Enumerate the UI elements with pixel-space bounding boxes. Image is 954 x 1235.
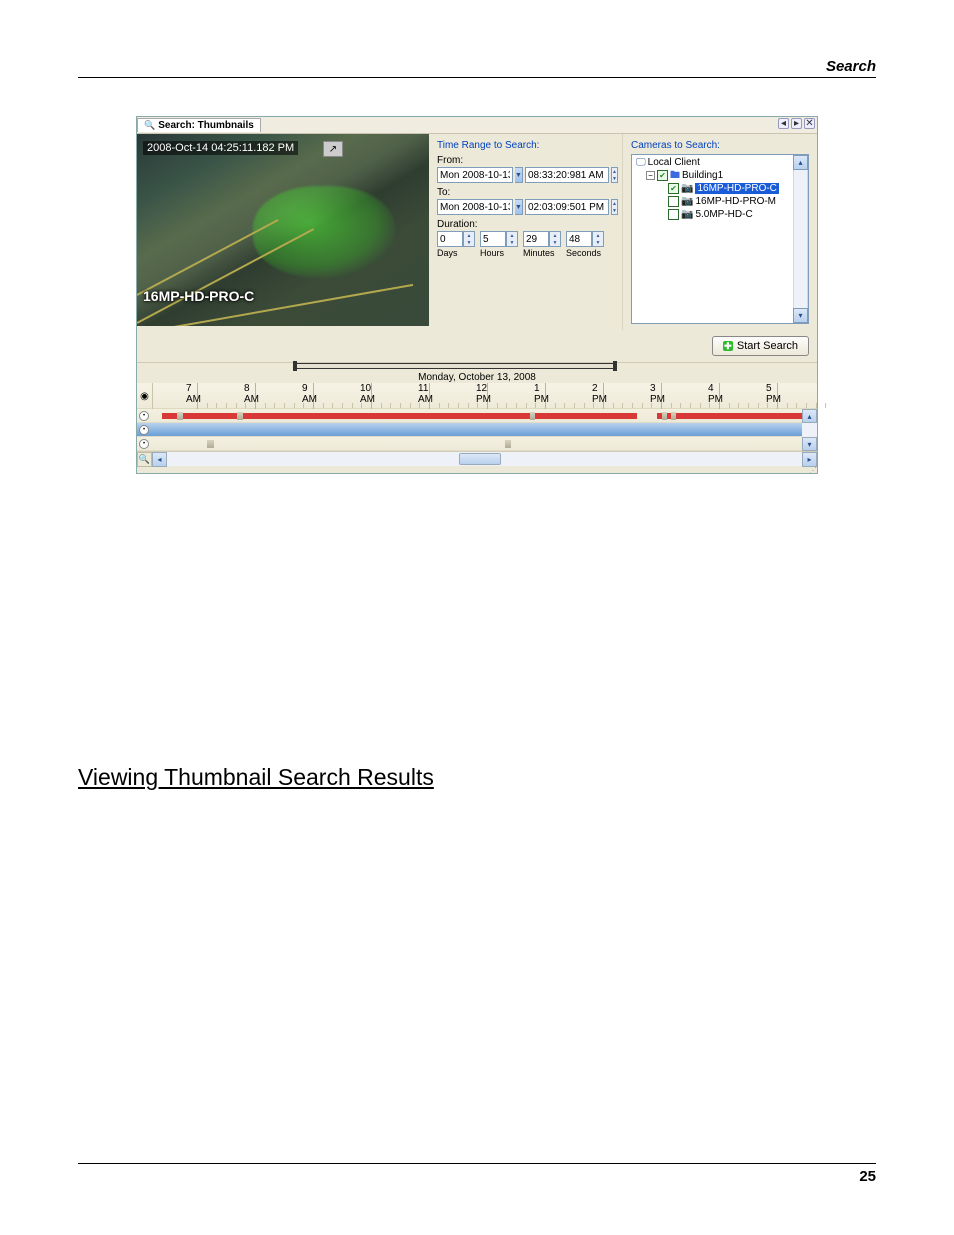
app-window: 🔍 Search: Thumbnails ◂ ▸ ✕ 2008-Oct-14 0… [136,116,818,474]
duration-label: Duration: [437,219,614,230]
timeline-row-3[interactable]: • [137,437,817,451]
hour-label: 9 AM [302,383,317,405]
tree-scroll-up[interactable]: ▴ [793,155,808,170]
to-time-spinner[interactable]: ▲▼ [611,199,618,215]
hscroll-thumb[interactable] [459,453,501,465]
tree-cam2[interactable]: ✔📷16MP-HD-PRO-M [636,195,806,208]
hours-spinner[interactable]: ▲▼ [506,231,518,247]
seconds-input[interactable] [566,231,592,247]
ptz-icon[interactable]: ↗ [323,141,343,157]
start-search-button[interactable]: ✚ Start Search [712,336,809,356]
hour-label: 5 PM [766,383,781,405]
seconds-lbl: Seconds [566,248,601,258]
row-toggle-icon[interactable]: • [139,439,149,449]
ruler-left-control[interactable]: ◉ [137,383,153,409]
time-range-panel: Time Range to Search: From: ▼ ▲▼ To: ▼ ▲… [429,134,623,330]
row-toggle-icon[interactable]: • [139,425,149,435]
timeline: Monday, October 13, 2008 ◉ 7 AM 8 AM 9 AM 1… [137,362,817,473]
cam3-checkbox[interactable]: ✔ [668,209,679,220]
cam2-checkbox[interactable]: ✔ [668,196,679,207]
hours-input[interactable] [480,231,506,247]
close-tab-button[interactable]: ✕ [804,118,815,129]
timeline-vscroll[interactable]: ▴ ▾ [802,409,817,451]
folder-icon: 🖿 [670,170,680,181]
vscroll-down[interactable]: ▾ [802,437,817,451]
hour-label: 1 PM [534,383,549,405]
to-label: To: [437,187,614,198]
hour-label: 11 AM [418,383,433,405]
to-date-dropdown[interactable]: ▼ [515,199,523,215]
tree-scroll-track[interactable] [793,170,808,308]
cam1-checkbox[interactable]: ✔ [668,183,679,194]
from-date-dropdown[interactable]: ▼ [515,167,523,183]
timeline-hscroll[interactable]: 🔍 ◂ ▸ [137,451,817,466]
vscroll-up[interactable]: ▴ [802,409,817,423]
building-checkbox[interactable]: ✔ [657,170,668,181]
days-input[interactable] [437,231,463,247]
camera-icon: 📷 [681,209,693,220]
zoom-icon[interactable]: 🔍 [137,452,152,467]
preview-camera-name: 16MP-HD-PRO-C [143,288,254,304]
tree-cam1[interactable]: ✔📷16MP-HD-PRO-C [636,182,806,195]
tab-title: Search: Thumbnails [158,120,254,131]
hour-label: 7 AM [186,383,201,405]
timeline-row-1[interactable]: • [137,409,817,423]
camera-tree[interactable]: ▴ ▾ 🖵Local Client −✔🖿Building1 ✔📷16MP-HD… [631,154,809,324]
video-preview: 2008-Oct-14 04:25:11.182 PM ↗ 16MP-HD-PR… [137,134,429,326]
camera-icon: 📷 [681,183,693,194]
from-label: From: [437,155,614,166]
to-time-input[interactable] [525,199,609,215]
time-range-title: Time Range to Search: [437,140,614,151]
cameras-panel: Cameras to Search: ▴ ▾ 🖵Local Client −✔🖿… [623,134,817,330]
hour-label: 10 AM [360,383,375,405]
hour-label: 3 PM [650,383,665,405]
plus-icon: ✚ [723,341,733,351]
days-lbl: Days [437,248,458,258]
monitor-icon: 🖵 [636,157,646,168]
prev-tab-button[interactable]: ◂ [778,118,789,129]
resize-grip[interactable]: ⋰ [137,466,817,473]
page-header: Search [78,58,876,77]
tree-scroll-down[interactable]: ▾ [793,308,808,323]
days-spinner[interactable]: ▲▼ [463,231,475,247]
seconds-spinner[interactable]: ▲▼ [592,231,604,247]
roi-selection[interactable] [295,363,615,369]
header-rule [78,77,876,78]
roi-handle-left[interactable] [293,361,297,371]
timeline-row-2[interactable]: • [137,423,817,437]
hour-label: 8 AM [244,383,259,405]
from-date-input[interactable] [437,167,513,183]
hscroll-right[interactable]: ▸ [802,452,817,467]
hscroll-left[interactable]: ◂ [152,452,167,467]
tab-strip: 🔍 Search: Thumbnails ◂ ▸ ✕ [137,117,817,134]
next-tab-button[interactable]: ▸ [791,118,802,129]
start-search-label: Start Search [737,340,798,352]
minutes-input[interactable] [523,231,549,247]
row-toggle-icon[interactable]: • [139,411,149,421]
time-ruler[interactable]: ◉ 7 AM 8 AM 9 AM 10 AM 11 AM 12 PM 1 PM 2 PM 3 P… [137,383,817,409]
search-icon: 🔍 [144,120,155,131]
section-heading: Viewing Thumbnail Search Results [78,764,876,791]
minutes-spinner[interactable]: ▲▼ [549,231,561,247]
preview-timestamp: 2008-Oct-14 04:25:11.182 PM [143,141,298,155]
timeline-date: Monday, October 13, 2008 [137,369,817,383]
from-time-spinner[interactable]: ▲▼ [611,167,618,183]
tree-root[interactable]: 🖵Local Client [636,156,806,169]
minutes-lbl: Minutes [523,248,555,258]
from-time-input[interactable] [525,167,609,183]
hour-label: 12 PM [476,383,491,405]
hour-label: 4 PM [708,383,723,405]
cameras-title: Cameras to Search: [631,140,809,151]
roi-handle-right[interactable] [613,361,617,371]
camera-icon: 📷 [681,196,693,207]
tree-building[interactable]: −✔🖿Building1 [636,169,806,182]
collapse-icon[interactable]: − [646,171,655,180]
hour-label: 2 PM [592,383,607,405]
page-number: 25 [78,1164,876,1185]
tab-search-thumbnails[interactable]: 🔍 Search: Thumbnails [137,118,261,132]
tree-cam3[interactable]: ✔📷5.0MP-HD-C [636,208,806,221]
hours-lbl: Hours [480,248,504,258]
to-date-input[interactable] [437,199,513,215]
